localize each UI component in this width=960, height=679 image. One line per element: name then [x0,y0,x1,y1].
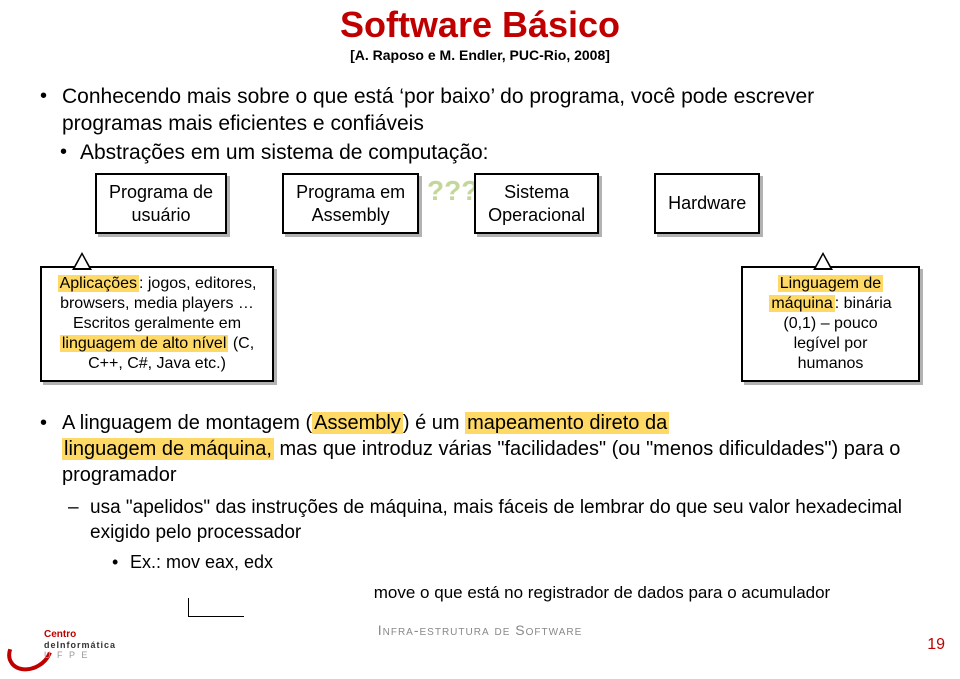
callout-text: Escritos geralmente em [73,315,241,332]
slide-footer: Centro deInformática U F P E Infra-estru… [0,622,960,670]
annotation-text: move o que está no registrador de dados … [284,583,920,603]
highlight-mapping2: linguagem de máquina, [62,438,274,460]
callout-text: legível por [794,335,868,352]
callout-pointer-icon [72,252,92,270]
logo-line: U F P E [44,650,89,660]
highlight-assembly: Assembly [312,412,403,434]
callout-text: humanos [798,355,864,372]
box-line: Sistema [504,182,569,202]
callout-text: : binária [835,295,892,312]
box-line: Assembly [312,205,390,225]
box-sistema-operacional: Sistema Operacional [474,173,599,234]
slide-subtitle: [A. Raposo e M. Endler, PUC-Rio, 2008] [0,47,960,63]
callout-pointer-icon [813,252,833,270]
bullet-conhecendo: Conhecendo mais sobre o que está ‘por ba… [40,83,920,138]
dash-apelidos: usa "apelidos" das instruções de máquina… [40,496,920,545]
callout-text: (C, [228,335,254,352]
callout-highlight: máquina [769,295,834,312]
box-line: Hardware [668,192,746,215]
example-mov: Ex.: mov eax, edx [40,552,920,573]
logo-text: Centro deInformática U F P E [44,630,116,662]
callout-text: (0,1) – pouco [783,315,877,332]
assembly-description: A linguagem de montagem (Assembly) é um … [40,410,920,572]
annotation-connector-icon [188,598,244,617]
abstraction-boxes-row: ??? Programa de usuário Programa em Asse… [95,173,920,234]
slide-title: Software Básico [0,5,960,45]
bullet-assembly-mapping: A linguagem de montagem (Assembly) é um … [40,410,920,488]
callout-highlight: linguagem de alto nível [60,335,229,352]
box-hardware: Hardware [654,173,760,234]
text-frag: ) é um [403,412,465,434]
page-number: 19 [927,636,945,654]
text-frag: A linguagem de montagem ( [62,412,312,434]
main-bullet-list: Conhecendo mais sobre o que está ‘por ba… [40,83,920,166]
logo-line: deInformática [44,640,116,650]
callout-text: browsers, media players … [60,295,254,312]
box-line: Programa em [296,182,405,202]
logo-informatica: Centro deInformática U F P E [6,624,121,666]
callout-highlight: Aplicações [58,275,139,292]
footer-label: Infra-estrutura de Software [0,622,960,638]
callout-linguagem-maquina: Linguagem de máquina: binária (0,1) – po… [741,266,920,382]
box-programa-assembly: Programa em Assembly [282,173,419,234]
ghost-question-marks: ??? [427,175,478,207]
callout-highlight: Linguagem de [778,275,883,292]
callout-aplicacoes: Aplicações: jogos, editores, browsers, m… [40,266,274,382]
bullet-abstracoes: Abstrações em um sistema de computação: [40,141,920,165]
callout-text: C++, C#, Java etc.) [88,355,226,372]
box-line: Operacional [488,205,585,225]
callouts-row: Aplicações: jogos, editores, browsers, m… [40,266,920,382]
callout-text: : jogos, editores, [139,275,256,292]
logo-line: Centro [44,629,76,640]
box-programa-usuario: Programa de usuário [95,173,227,234]
box-line: Programa de [109,182,213,202]
box-line: usuário [132,205,191,225]
highlight-mapping1: mapeamento direto da [465,412,669,434]
